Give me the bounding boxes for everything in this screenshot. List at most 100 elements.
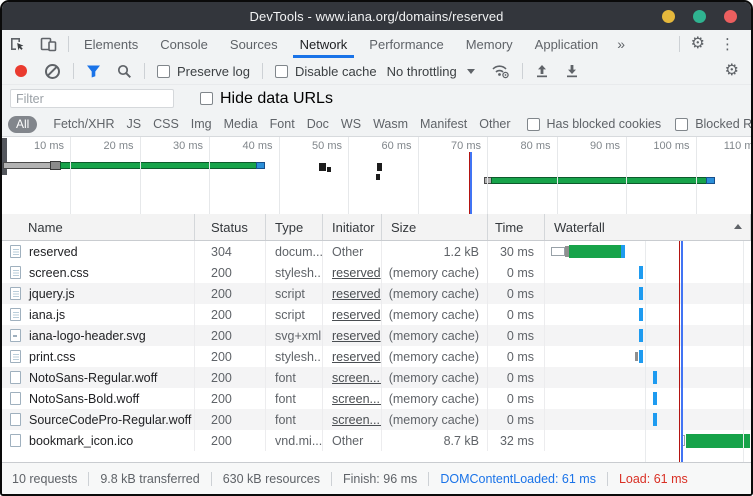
filter-toggle-button[interactable]	[86, 64, 101, 78]
disable-cache-checkbox[interactable]: Disable cache	[275, 64, 377, 79]
tab-memory[interactable]: Memory	[455, 30, 524, 58]
divider	[73, 63, 74, 79]
request-initiator-cell[interactable]: screen....	[323, 409, 382, 430]
request-name-cell[interactable]: NotoSans-Regular.woff	[2, 367, 195, 388]
blocked-requests-checkbox[interactable]: Blocked Requests	[675, 117, 753, 131]
export-har-button[interactable]	[565, 64, 579, 78]
initiator-link[interactable]: reserved	[332, 287, 381, 301]
settings-gear-icon[interactable]: ⚙	[684, 36, 712, 52]
table-row-iana-logo-header.svg[interactable]: iana-logo-header.svg200svg+xmlreserved(m…	[2, 325, 751, 346]
main-menu-kebab-icon[interactable]: ⋮	[712, 35, 743, 53]
network-conditions-button[interactable]	[491, 63, 510, 79]
tab-application[interactable]: Application	[524, 30, 610, 58]
close-button[interactable]	[724, 10, 737, 23]
table-row-reserved[interactable]: reserved304docum...Other1.2 kB30 ms	[2, 241, 751, 262]
import-har-button[interactable]	[535, 64, 549, 78]
table-row-NotoSans-Regular.woff[interactable]: NotoSans-Regular.woff200fontscreen....(m…	[2, 367, 751, 388]
request-initiator-cell[interactable]: reserved	[323, 304, 382, 325]
tab-console[interactable]: Console	[149, 30, 219, 58]
network-overview-timeline[interactable]: 10 ms20 ms30 ms40 ms50 ms60 ms70 ms80 ms…	[2, 137, 751, 215]
initiator-link[interactable]: reserved	[332, 308, 381, 322]
more-tabs-button[interactable]: »	[609, 30, 633, 58]
request-type: font	[275, 413, 296, 427]
network-settings-gear-icon[interactable]: ⚙	[725, 63, 745, 79]
throttling-dropdown[interactable]: No throttling	[387, 64, 475, 79]
column-header-name[interactable]: Name	[2, 214, 195, 240]
inspect-element-button[interactable]	[2, 30, 33, 58]
overview-gridline	[70, 137, 71, 214]
filter-pill-ws[interactable]: WS	[341, 117, 361, 131]
column-header-waterfall[interactable]: Waterfall	[545, 214, 751, 240]
request-initiator-cell[interactable]: reserved	[323, 283, 382, 304]
overview-tick-label: 50 ms	[284, 140, 342, 152]
hide-data-urls-checkbox[interactable]: Hide data URLs	[200, 90, 333, 108]
request-name-cell[interactable]: screen.css	[2, 262, 195, 283]
initiator-link[interactable]: reserved	[332, 266, 381, 280]
request-name-cell[interactable]: bookmark_icon.ico	[2, 430, 195, 451]
filter-pill-js[interactable]: JS	[126, 117, 141, 131]
filter-pill-css[interactable]: CSS	[153, 117, 179, 131]
table-row-jquery.js[interactable]: jquery.js200scriptreserved(memory cache)…	[2, 283, 751, 304]
column-header-time[interactable]: Time	[488, 214, 545, 240]
table-row-NotoSans-Bold.woff[interactable]: NotoSans-Bold.woff200fontscreen....(memo…	[2, 388, 751, 409]
clear-network-log-icon[interactable]	[45, 64, 60, 79]
request-initiator-cell[interactable]: reserved	[323, 346, 382, 367]
filter-all-pill[interactable]: All	[8, 116, 37, 133]
maximize-button[interactable]	[693, 10, 706, 23]
request-status: 200	[211, 329, 232, 343]
table-row-screen.css[interactable]: screen.css200stylesh...reserved(memory c…	[2, 262, 751, 283]
request-name-cell[interactable]: iana-logo-header.svg	[2, 325, 195, 346]
table-row-bookmark_icon.ico[interactable]: bookmark_icon.ico200vnd.mi...Other8.7 kB…	[2, 430, 751, 451]
has-blocked-cookies-checkbox[interactable]: Has blocked cookies	[527, 117, 662, 131]
request-name-cell[interactable]: NotoSans-Bold.woff	[2, 388, 195, 409]
request-time-cell: 0 ms	[488, 304, 545, 325]
requests-count: 10 requests	[12, 472, 77, 486]
request-name-cell[interactable]: jquery.js	[2, 283, 195, 304]
waterfall-download-segment	[686, 434, 750, 448]
initiator-link[interactable]: screen....	[332, 371, 382, 385]
filter-pill-fetchxhr[interactable]: Fetch/XHR	[53, 117, 114, 131]
request-status: 200	[211, 392, 232, 406]
request-initiator-cell[interactable]: reserved	[323, 262, 382, 283]
request-name-cell[interactable]: reserved	[2, 241, 195, 262]
request-initiator-cell[interactable]: reserved	[323, 325, 382, 346]
column-header-initiator[interactable]: Initiator	[323, 214, 382, 240]
column-header-size[interactable]: Size	[382, 214, 488, 240]
filter-pill-wasm[interactable]: Wasm	[373, 117, 408, 131]
filter-input[interactable]	[10, 89, 174, 108]
column-header-status[interactable]: Status	[195, 214, 266, 240]
tab-performance[interactable]: Performance	[358, 30, 454, 58]
filter-row: Hide data URLs	[2, 85, 751, 112]
initiator-link[interactable]: reserved	[332, 329, 381, 343]
device-toolbar-button[interactable]	[33, 30, 64, 58]
preserve-log-checkbox[interactable]: Preserve log	[157, 64, 250, 79]
initiator-link[interactable]: screen....	[332, 392, 382, 406]
initiator-link[interactable]: reserved	[332, 350, 381, 364]
minimize-button[interactable]	[662, 10, 675, 23]
search-button[interactable]	[117, 64, 132, 79]
initiator-link[interactable]: screen....	[332, 413, 382, 427]
request-name-cell[interactable]: SourceCodePro-Regular.woff	[2, 409, 195, 430]
filter-pill-doc[interactable]: Doc	[307, 117, 329, 131]
record-network-log-button[interactable]	[15, 65, 27, 77]
filter-pill-img[interactable]: Img	[191, 117, 212, 131]
column-header-type[interactable]: Type	[266, 214, 323, 240]
request-name-cell[interactable]: iana.js	[2, 304, 195, 325]
filter-pill-font[interactable]: Font	[270, 117, 295, 131]
request-size: (memory cache)	[389, 392, 479, 406]
tab-elements[interactable]: Elements	[73, 30, 149, 58]
request-size-cell: (memory cache)	[382, 262, 488, 283]
filter-pill-manifest[interactable]: Manifest	[420, 117, 467, 131]
tab-sources[interactable]: Sources	[219, 30, 289, 58]
finish-time: Finish: 96 ms	[343, 472, 417, 486]
tab-network[interactable]: Network	[289, 30, 359, 58]
table-row-print.css[interactable]: print.css200stylesh...reserved(memory ca…	[2, 346, 751, 367]
table-row-iana.js[interactable]: iana.js200scriptreserved(memory cache)0 …	[2, 304, 751, 325]
table-row-SourceCodePro-Regular.woff[interactable]: SourceCodePro-Regular.woff200 font screen.…	[2, 409, 751, 430]
request-name-cell[interactable]: print.css	[2, 346, 195, 367]
request-initiator-cell[interactable]: screen....	[323, 388, 382, 409]
filter-pill-media[interactable]: Media	[224, 117, 258, 131]
request-initiator-cell[interactable]: screen....	[323, 367, 382, 388]
request-status-cell: 200	[195, 409, 266, 430]
filter-pill-other[interactable]: Other	[479, 117, 510, 131]
